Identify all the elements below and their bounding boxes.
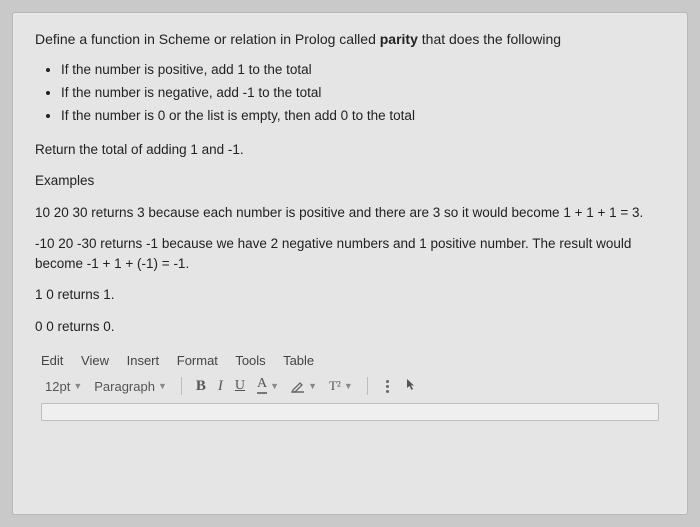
more-icon [382, 380, 393, 393]
editor-menubar: Edit View Insert Format Tools Table [35, 349, 665, 374]
menu-format[interactable]: Format [177, 353, 218, 368]
editor-toolbar: 12pt ▼ Paragraph ▼ B I U A ▼ [35, 374, 665, 403]
menu-edit[interactable]: Edit [41, 353, 63, 368]
text-color-icon: A [257, 378, 267, 394]
block-format-label: Paragraph [94, 379, 155, 394]
bold-button[interactable]: B [192, 376, 210, 397]
menu-tools[interactable]: Tools [235, 353, 265, 368]
example-2: -10 20 -30 returns -1 because we have 2 … [35, 234, 665, 273]
intro-bold: parity [380, 31, 418, 47]
chevron-down-icon: ▼ [158, 381, 167, 391]
italic-icon: I [218, 378, 223, 395]
menu-view[interactable]: View [81, 353, 109, 368]
highlight-icon [291, 379, 305, 393]
more-button[interactable] [378, 378, 397, 395]
font-size-select[interactable]: 12pt ▼ [41, 377, 86, 396]
highlight-button[interactable]: ▼ [287, 377, 321, 395]
underline-icon: U [235, 378, 245, 394]
block-format-select[interactable]: Paragraph ▼ [90, 377, 171, 396]
rule-item: If the number is 0 or the list is empty,… [61, 107, 665, 126]
intro-pre: Define a function in Scheme or relation … [35, 31, 380, 47]
editor-content-area[interactable] [41, 403, 659, 421]
font-size-label: 12pt [45, 379, 70, 394]
rule-item: If the number is negative, add -1 to the… [61, 84, 665, 103]
text-color-button[interactable]: A ▼ [253, 376, 283, 396]
menu-insert[interactable]: Insert [127, 353, 160, 368]
menu-table[interactable]: Table [283, 353, 314, 368]
question-intro: Define a function in Scheme or relation … [35, 31, 665, 47]
examples-label: Examples [35, 171, 665, 191]
intro-post: that does the following [418, 31, 561, 47]
toolbar-separator [181, 377, 182, 395]
chevron-down-icon: ▼ [308, 381, 317, 391]
example-4: 0 0 returns 0. [35, 317, 665, 337]
example-3: 1 0 returns 1. [35, 285, 665, 305]
example-1: 10 20 30 returns 3 because each number i… [35, 203, 665, 223]
superscript-button[interactable]: T² ▼ [325, 376, 357, 396]
italic-button[interactable]: I [214, 376, 227, 397]
question-sheet: Define a function in Scheme or relation … [12, 12, 688, 515]
toolbar-separator [367, 377, 368, 395]
rich-text-editor: Edit View Insert Format Tools Table 12pt… [35, 349, 665, 421]
chevron-down-icon: ▼ [344, 381, 353, 391]
cursor-icon [405, 378, 417, 395]
cursor-button[interactable] [401, 376, 421, 397]
return-statement: Return the total of adding 1 and -1. [35, 140, 665, 160]
bold-icon: B [196, 378, 206, 395]
chevron-down-icon: ▼ [73, 381, 82, 391]
rule-item: If the number is positive, add 1 to the … [61, 61, 665, 80]
underline-button[interactable]: U [231, 376, 249, 396]
superscript-icon: T² [329, 378, 341, 394]
chevron-down-icon: ▼ [270, 381, 279, 391]
rules-list: If the number is positive, add 1 to the … [35, 61, 665, 126]
